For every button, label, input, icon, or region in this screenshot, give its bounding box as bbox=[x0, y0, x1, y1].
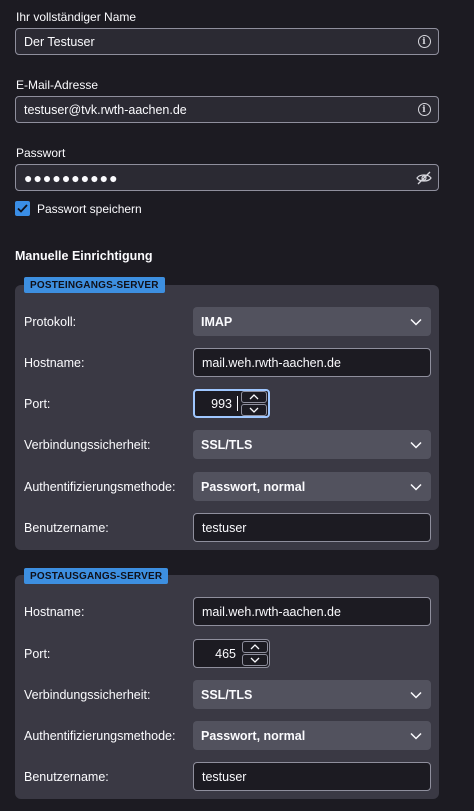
remember-password-row[interactable]: Passwort speichern bbox=[15, 201, 142, 216]
incoming-username-input[interactable]: testuser bbox=[193, 513, 431, 542]
outgoing-server-panel: Hostname: mail.weh.rwth-aachen.de Port: … bbox=[15, 575, 439, 799]
incoming-security-label: Verbindungssicherheit: bbox=[24, 438, 151, 452]
incoming-hostname-input[interactable]: mail.weh.rwth-aachen.de bbox=[193, 348, 431, 377]
incoming-auth-label: Authentifizierungsmethode: bbox=[24, 480, 176, 494]
chevron-down-icon bbox=[249, 407, 259, 413]
incoming-auth-select[interactable]: Passwort, normal bbox=[193, 472, 431, 501]
password-value: ●●●●●●●●●● bbox=[24, 169, 119, 186]
info-icon: i bbox=[417, 103, 431, 116]
checkmark-icon bbox=[17, 204, 28, 213]
outgoing-hostname-label: Hostname: bbox=[24, 605, 85, 619]
outgoing-port-stepper[interactable]: 465 bbox=[193, 639, 270, 668]
email-field[interactable]: testuser@tvk.rwth-aachen.de i bbox=[15, 96, 439, 123]
remember-password-label: Passwort speichern bbox=[37, 201, 142, 216]
chevron-down-icon bbox=[410, 483, 422, 491]
eye-slash-icon bbox=[416, 171, 432, 184]
incoming-protocol-value: IMAP bbox=[201, 314, 233, 329]
incoming-security-select[interactable]: SSL/TLS bbox=[193, 430, 431, 459]
outgoing-security-label: Verbindungssicherheit: bbox=[24, 688, 151, 702]
outgoing-port-decrement-button[interactable] bbox=[242, 654, 268, 666]
incoming-hostname-label: Hostname: bbox=[24, 356, 85, 370]
outgoing-port-label: Port: bbox=[24, 647, 51, 661]
chevron-up-icon bbox=[250, 644, 260, 650]
incoming-protocol-select[interactable]: IMAP bbox=[193, 307, 431, 336]
outgoing-security-value: SSL/TLS bbox=[201, 687, 253, 702]
chevron-down-icon bbox=[410, 318, 422, 326]
chevron-down-icon bbox=[410, 441, 422, 449]
outgoing-port-value: 465 bbox=[215, 646, 236, 661]
toggle-password-visibility-button[interactable] bbox=[410, 164, 438, 191]
incoming-port-value: 993 bbox=[211, 396, 232, 411]
incoming-security-value: SSL/TLS bbox=[201, 437, 253, 452]
name-info-button[interactable]: i bbox=[410, 28, 438, 55]
outgoing-auth-label: Authentifizierungsmethode: bbox=[24, 729, 176, 743]
incoming-port-increment-button[interactable] bbox=[241, 391, 267, 403]
incoming-port-stepper[interactable]: 993 bbox=[193, 389, 270, 418]
chevron-down-icon bbox=[410, 732, 422, 740]
outgoing-server-tag: POSTAUSGANGS-SERVER bbox=[24, 568, 169, 584]
chevron-down-icon bbox=[250, 657, 260, 663]
outgoing-auth-select[interactable]: Passwort, normal bbox=[193, 721, 431, 750]
manual-setup-title: Manuelle Einrichtigung bbox=[15, 249, 153, 263]
incoming-username-label: Benutzername: bbox=[24, 521, 109, 535]
incoming-server-panel: Protokoll: IMAP Hostname: mail.weh.rwth-… bbox=[15, 285, 439, 550]
name-field[interactable]: Der Testuser i bbox=[15, 28, 439, 55]
email-value: testuser@tvk.rwth-aachen.de bbox=[24, 102, 187, 117]
outgoing-security-select[interactable]: SSL/TLS bbox=[193, 680, 431, 709]
chevron-up-icon bbox=[249, 394, 259, 400]
password-label: Passwort bbox=[16, 146, 66, 160]
outgoing-port-increment-button[interactable] bbox=[242, 641, 268, 653]
name-value: Der Testuser bbox=[24, 34, 95, 49]
outgoing-username-label: Benutzername: bbox=[24, 770, 109, 784]
chevron-down-icon bbox=[410, 691, 422, 699]
email-label: E-Mail-Adresse bbox=[16, 78, 99, 92]
outgoing-username-input[interactable]: testuser bbox=[193, 762, 431, 791]
incoming-protocol-label: Protokoll: bbox=[24, 315, 77, 329]
name-label: Ihr vollständiger Name bbox=[16, 10, 137, 24]
remember-password-checkbox[interactable] bbox=[15, 201, 30, 216]
incoming-auth-value: Passwort, normal bbox=[201, 479, 306, 494]
info-icon: i bbox=[417, 35, 431, 48]
password-field[interactable]: ●●●●●●●●●● bbox=[15, 164, 439, 191]
incoming-port-decrement-button[interactable] bbox=[241, 404, 267, 416]
text-caret bbox=[237, 396, 238, 411]
email-info-button[interactable]: i bbox=[410, 96, 438, 123]
account-setup-page: Ihr vollständiger Name Der Testuser i E-… bbox=[0, 0, 474, 811]
incoming-port-label: Port: bbox=[24, 397, 51, 411]
outgoing-auth-value: Passwort, normal bbox=[201, 728, 306, 743]
incoming-server-tag: POSTEINGANGS-SERVER bbox=[24, 277, 165, 293]
outgoing-hostname-input[interactable]: mail.weh.rwth-aachen.de bbox=[193, 597, 431, 626]
